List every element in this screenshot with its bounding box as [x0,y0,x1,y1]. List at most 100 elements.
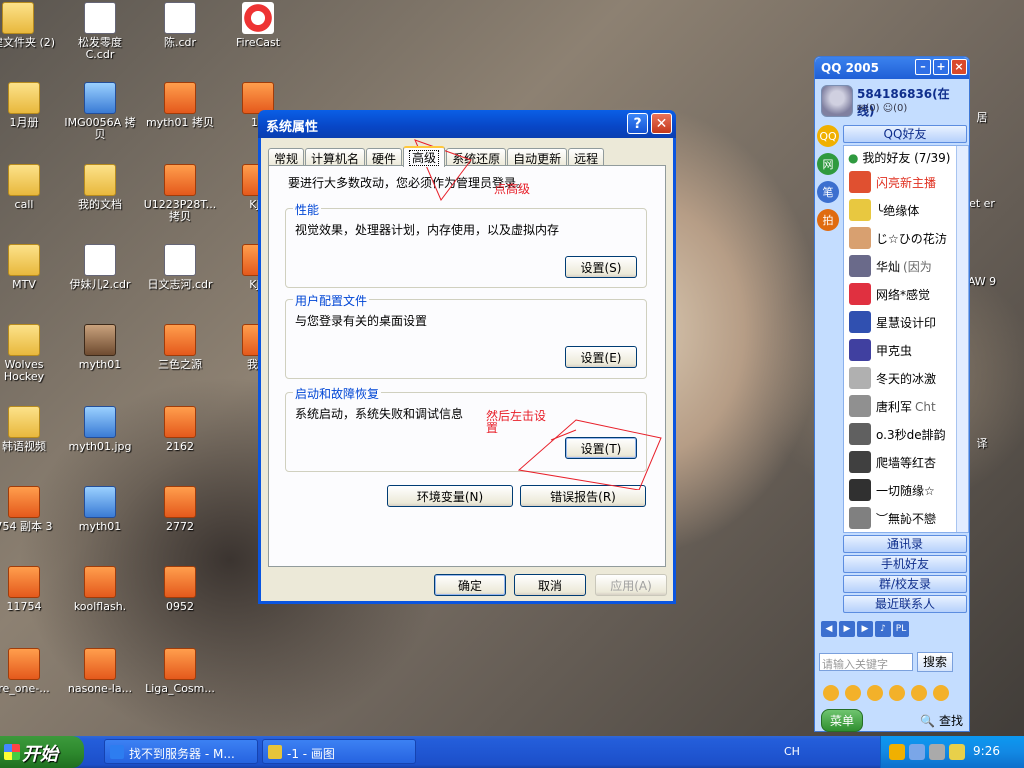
friend-avatar [849,423,871,445]
qq-search-button[interactable]: 搜索 [917,652,953,672]
list-item[interactable]: ╰绝缘体 [844,196,968,224]
qq-friend-group[interactable]: ● 我的好友 (7/39) [844,146,968,168]
tray-app-icon[interactable] [949,744,965,760]
desktop-icon-label: 11754 [6,600,42,613]
speaker-icon[interactable] [929,744,945,760]
system-properties-dialog: 系统属性 ? ✕ 常规 计算机名 硬件 高级 系统还原 自动更新 远程 要进行大… [258,110,676,604]
desktop-icon[interactable]: myth01.jpg [62,406,138,453]
desktop-icon[interactable]: 2772 [142,486,218,533]
qq-web-icon[interactable]: 网 [817,153,839,175]
desktop-icon[interactable]: 松发零度 C.cdr [62,2,138,61]
desktop-icon[interactable]: 1月册 [0,82,62,129]
qq-tab-groups[interactable]: 群/校友录 [843,575,967,593]
ok-button[interactable]: 确定 [434,574,506,596]
desktop-icon[interactable]: Wolves Hockey [0,324,62,383]
desktop-icon[interactable]: 韩语视频 [0,406,62,453]
tab-computer-name[interactable]: 计算机名 [305,148,366,166]
desktop-icon-label: 松发零度 C.cdr [78,36,122,61]
desktop-icon[interactable]: nasone-la... [62,648,138,695]
qq-tab-mobile[interactable]: 手机好友 [843,555,967,573]
desktop-icon[interactable]: myth01 [62,486,138,533]
list-item[interactable]: 闪亮新主播 [844,168,968,196]
friend-avatar [849,283,871,305]
desktop-icon[interactable]: FireCast [220,2,296,49]
qq-note-icon[interactable]: 笔 [817,181,839,203]
desktop-icon[interactable]: Liga_Cosm... [142,648,218,695]
playlist-icon[interactable]: PL [893,621,909,637]
start-button[interactable]: 开始 [0,736,84,768]
qq-tool-icon[interactable] [845,685,861,701]
desktop-icon-label: 日文志河.cdr [147,278,213,291]
qq-tool-icon[interactable] [823,685,839,701]
qq-maximize-button[interactable]: + [933,59,949,75]
list-item[interactable]: 一切随缘☆ [844,476,968,504]
qq-tab-address-book[interactable]: 通讯录 [843,535,967,553]
qq-menu-button[interactable]: 菜单 [821,708,864,732]
desktop-icon[interactable]: 伊妹儿2.cdr [62,244,138,291]
list-item[interactable]: ︶無訫不戀 [844,504,968,532]
qq-find-button[interactable]: 🔍 查找 [920,712,963,729]
play-icon[interactable]: ▶ [839,621,855,637]
desktop-icon[interactable]: 三色之源 [142,324,218,371]
next-icon[interactable]: ▶ [857,621,873,637]
desktop-icon[interactable]: 2162 [142,406,218,453]
desktop-icon[interactable]: 我的文档 [62,164,138,211]
qq-tool-icon[interactable] [889,685,905,701]
list-item[interactable]: 网络*感觉 [844,280,968,308]
qq-title: QQ 2005 [821,61,879,75]
tab-hardware[interactable]: 硬件 [366,148,403,166]
language-indicator[interactable]: CH [784,745,800,758]
desktop-icon[interactable]: 日文志河.cdr [142,244,218,291]
desktop-icon[interactable]: 陈.cdr [142,2,218,49]
list-item[interactable]: 爬墙等红杏 [844,448,968,476]
qq-tab-recent[interactable]: 最近联系人 [843,595,967,613]
desktop-icon[interactable]: IMG0056A 拷贝 [62,82,138,141]
apply-button[interactable]: 应用(A) [595,574,667,596]
desktop-icon[interactable]: 11754 [0,566,62,613]
volume-icon[interactable]: ♪ [875,621,891,637]
list-item[interactable]: 甲克虫 [844,336,968,364]
tab-general[interactable]: 常规 [268,148,305,166]
desktop-icon-label: nasone-la... [67,682,133,695]
qq-search-input[interactable]: 请输入关键字 [819,653,913,671]
list-item[interactable]: じ☆ひの花汸 [844,224,968,252]
qq-penguin-icon[interactable]: QQ [817,125,839,147]
avatar[interactable] [821,85,853,117]
qq-auction-icon[interactable]: 拍 [817,209,839,231]
qq-tool-icon[interactable] [867,685,883,701]
prev-icon[interactable]: ◀ [821,621,837,637]
desktop-icon[interactable]: call [0,164,62,211]
network-icon[interactable] [909,744,925,760]
qq-close-button[interactable]: × [951,59,967,75]
desktop-icon[interactable]: myth01 拷贝 [142,82,218,129]
friend-name: o.3秒de誹韵 [876,428,946,442]
folder-icon [8,324,40,356]
cancel-button[interactable]: 取消 [514,574,586,596]
list-item[interactable]: 星慧设计印 [844,308,968,336]
qq-tray-icon[interactable] [889,744,905,760]
desktop-icon[interactable]: 0952 [142,566,218,613]
file-icon [84,324,116,356]
qq-title-bar[interactable]: QQ 2005 – + × [815,57,969,79]
desktop-icon[interactable]: U1223P28T... 拷贝 [142,164,218,223]
list-item[interactable]: 华灿 (因为 [844,252,968,280]
list-item[interactable]: 冬天的冰激 [844,364,968,392]
desktop-icon[interactable]: 754 副本 3 [0,486,62,533]
desktop-icon[interactable]: myth01 [62,324,138,371]
desktop-icon[interactable]: 新建文件夹 (2) [0,2,56,49]
desktop-icon[interactable]: MTV [0,244,62,291]
list-item[interactable]: o.3秒de誹韵 [844,420,968,448]
task-paint[interactable]: -1 - 画图 [262,739,416,764]
tab-advanced[interactable]: 高级 [403,146,446,167]
desktop-icon[interactable]: re_one-... [0,648,62,695]
qq-scrollbar[interactable] [956,146,968,532]
friend-avatar [849,171,871,193]
file-icon [84,244,116,276]
qq-tab-friends[interactable]: QQ好友 [843,125,967,143]
desktop-icon[interactable]: koolflash. [62,566,138,613]
qq-tool-icon[interactable] [933,685,949,701]
list-item[interactable]: 唐利军 Cht [844,392,968,420]
qq-tool-icon[interactable] [911,685,927,701]
qq-minimize-button[interactable]: – [915,59,931,75]
task-ie[interactable]: 找不到服务器 - M... [104,739,258,764]
